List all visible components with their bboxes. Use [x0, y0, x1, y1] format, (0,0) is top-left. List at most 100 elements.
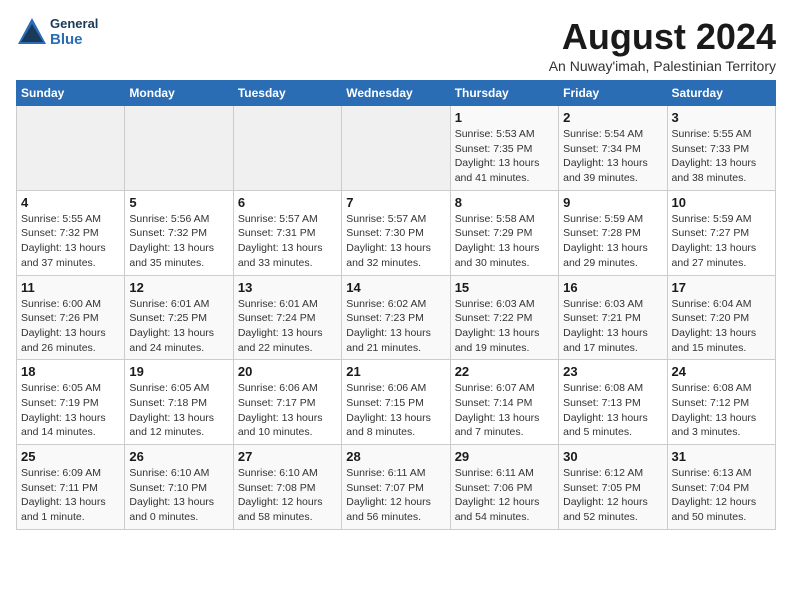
- weekday-header: Saturday: [667, 81, 775, 106]
- day-number: 10: [672, 195, 771, 210]
- day-number: 31: [672, 449, 771, 464]
- calendar-cell: 26 Sunrise: 6:10 AM Sunset: 7:10 PM Dayli…: [125, 445, 233, 530]
- calendar-cell: 29 Sunrise: 6:11 AM Sunset: 7:06 PM Dayli…: [450, 445, 558, 530]
- calendar-week-row: 18 Sunrise: 6:05 AM Sunset: 7:19 PM Dayli…: [17, 360, 776, 445]
- day-number: 8: [455, 195, 554, 210]
- day-number: 1: [455, 110, 554, 125]
- calendar-cell: 1 Sunrise: 5:53 AM Sunset: 7:35 PM Daylig…: [450, 106, 558, 191]
- day-number: 9: [563, 195, 662, 210]
- calendar-cell: 24Sunrise: 6:08 AM Sunset: 7:12 PM Dayli…: [667, 360, 775, 445]
- day-info: Sunrise: 6:07 AM Sunset: 7:14 PM Dayligh…: [455, 381, 554, 440]
- calendar-cell: 13 Sunrise: 6:01 AM Sunset: 7:24 PM Dayli…: [233, 275, 341, 360]
- calendar-cell: 31 Sunrise: 6:13 AM Sunset: 7:04 PM Dayli…: [667, 445, 775, 530]
- weekday-header: Monday: [125, 81, 233, 106]
- calendar-cell: 17 Sunrise: 6:04 AM Sunset: 7:20 PM Dayli…: [667, 275, 775, 360]
- calendar-cell: 4 Sunrise: 5:55 AM Sunset: 7:32 PM Daylig…: [17, 190, 125, 275]
- calendar-cell: 22 Sunrise: 6:07 AM Sunset: 7:14 PM Dayli…: [450, 360, 558, 445]
- calendar-week-row: 11 Sunrise: 6:00 AM Sunset: 7:26 PM Dayli…: [17, 275, 776, 360]
- day-number: 26: [129, 449, 228, 464]
- calendar-cell: 18 Sunrise: 6:05 AM Sunset: 7:19 PM Dayli…: [17, 360, 125, 445]
- calendar-header-row: SundayMondayTuesdayWednesdayThursdayFrid…: [17, 81, 776, 106]
- calendar-cell: 23 Sunrise: 6:08 AM Sunset: 7:13 PM Dayli…: [559, 360, 667, 445]
- page-header: General Blue August 2024 An Nuway'imah, …: [16, 16, 776, 74]
- day-number: 27: [238, 449, 337, 464]
- calendar-cell: 11 Sunrise: 6:00 AM Sunset: 7:26 PM Dayli…: [17, 275, 125, 360]
- day-number: 19: [129, 364, 228, 379]
- calendar-cell: 20 Sunrise: 6:06 AM Sunset: 7:17 PM Dayli…: [233, 360, 341, 445]
- day-number: 4: [21, 195, 120, 210]
- day-number: 24: [672, 364, 771, 379]
- calendar-cell: 21 Sunrise: 6:06 AM Sunset: 7:15 PM Dayli…: [342, 360, 450, 445]
- title-block: August 2024 An Nuway'imah, Palestinian T…: [549, 16, 776, 74]
- day-number: 3: [672, 110, 771, 125]
- logo-blue: Blue: [50, 31, 98, 48]
- weekday-header: Thursday: [450, 81, 558, 106]
- day-number: 21: [346, 364, 445, 379]
- day-number: 23: [563, 364, 662, 379]
- calendar-cell: [125, 106, 233, 191]
- day-number: 30: [563, 449, 662, 464]
- calendar-table: SundayMondayTuesdayWednesdayThursdayFrid…: [16, 80, 776, 530]
- weekday-header: Wednesday: [342, 81, 450, 106]
- day-info: Sunrise: 6:03 AM Sunset: 7:22 PM Dayligh…: [455, 297, 554, 356]
- calendar-cell: 30 Sunrise: 6:12 AM Sunset: 7:05 PM Dayli…: [559, 445, 667, 530]
- day-info: Sunrise: 6:10 AM Sunset: 7:10 PM Dayligh…: [129, 466, 228, 525]
- day-number: 17: [672, 280, 771, 295]
- day-info: Sunrise: 6:00 AM Sunset: 7:26 PM Dayligh…: [21, 297, 120, 356]
- day-number: 29: [455, 449, 554, 464]
- weekday-header: Friday: [559, 81, 667, 106]
- day-info: Sunrise: 5:54 AM Sunset: 7:34 PM Dayligh…: [563, 127, 662, 186]
- day-info: Sunrise: 6:06 AM Sunset: 7:17 PM Dayligh…: [238, 381, 337, 440]
- logo-text: General Blue: [50, 16, 98, 48]
- logo-icon: [16, 16, 48, 48]
- day-info: Sunrise: 5:55 AM Sunset: 7:33 PM Dayligh…: [672, 127, 771, 186]
- day-info: Sunrise: 6:05 AM Sunset: 7:19 PM Dayligh…: [21, 381, 120, 440]
- day-number: 2: [563, 110, 662, 125]
- calendar-cell: 27 Sunrise: 6:10 AM Sunset: 7:08 PM Dayli…: [233, 445, 341, 530]
- calendar-cell: [233, 106, 341, 191]
- day-info: Sunrise: 6:04 AM Sunset: 7:20 PM Dayligh…: [672, 297, 771, 356]
- day-number: 13: [238, 280, 337, 295]
- calendar-cell: 2 Sunrise: 5:54 AM Sunset: 7:34 PM Daylig…: [559, 106, 667, 191]
- day-number: 18: [21, 364, 120, 379]
- day-info: Sunrise: 5:57 AM Sunset: 7:30 PM Dayligh…: [346, 212, 445, 271]
- calendar-cell: 16Sunrise: 6:03 AM Sunset: 7:21 PM Dayli…: [559, 275, 667, 360]
- day-info: Sunrise: 6:05 AM Sunset: 7:18 PM Dayligh…: [129, 381, 228, 440]
- day-number: 16: [563, 280, 662, 295]
- day-info: Sunrise: 5:53 AM Sunset: 7:35 PM Dayligh…: [455, 127, 554, 186]
- calendar-week-row: 4 Sunrise: 5:55 AM Sunset: 7:32 PM Daylig…: [17, 190, 776, 275]
- day-info: Sunrise: 6:11 AM Sunset: 7:07 PM Dayligh…: [346, 466, 445, 525]
- day-info: Sunrise: 6:08 AM Sunset: 7:13 PM Dayligh…: [563, 381, 662, 440]
- day-number: 25: [21, 449, 120, 464]
- day-info: Sunrise: 6:13 AM Sunset: 7:04 PM Dayligh…: [672, 466, 771, 525]
- calendar-cell: [17, 106, 125, 191]
- day-number: 22: [455, 364, 554, 379]
- day-info: Sunrise: 5:59 AM Sunset: 7:27 PM Dayligh…: [672, 212, 771, 271]
- day-number: 11: [21, 280, 120, 295]
- calendar-cell: 14Sunrise: 6:02 AM Sunset: 7:23 PM Dayli…: [342, 275, 450, 360]
- day-number: 7: [346, 195, 445, 210]
- calendar-cell: 3 Sunrise: 5:55 AM Sunset: 7:33 PM Daylig…: [667, 106, 775, 191]
- calendar-cell: 5Sunrise: 5:56 AM Sunset: 7:32 PM Daylig…: [125, 190, 233, 275]
- weekday-header: Tuesday: [233, 81, 341, 106]
- calendar-cell: 15 Sunrise: 6:03 AM Sunset: 7:22 PM Dayli…: [450, 275, 558, 360]
- day-info: Sunrise: 6:01 AM Sunset: 7:25 PM Dayligh…: [129, 297, 228, 356]
- day-info: Sunrise: 6:12 AM Sunset: 7:05 PM Dayligh…: [563, 466, 662, 525]
- day-number: 28: [346, 449, 445, 464]
- day-info: Sunrise: 6:01 AM Sunset: 7:24 PM Dayligh…: [238, 297, 337, 356]
- calendar-cell: 8Sunrise: 5:58 AM Sunset: 7:29 PM Daylig…: [450, 190, 558, 275]
- day-number: 15: [455, 280, 554, 295]
- calendar-cell: 19 Sunrise: 6:05 AM Sunset: 7:18 PM Dayli…: [125, 360, 233, 445]
- day-info: Sunrise: 6:11 AM Sunset: 7:06 PM Dayligh…: [455, 466, 554, 525]
- subtitle: An Nuway'imah, Palestinian Territory: [549, 58, 776, 74]
- day-info: Sunrise: 6:06 AM Sunset: 7:15 PM Dayligh…: [346, 381, 445, 440]
- calendar-cell: 12Sunrise: 6:01 AM Sunset: 7:25 PM Dayli…: [125, 275, 233, 360]
- day-info: Sunrise: 5:55 AM Sunset: 7:32 PM Dayligh…: [21, 212, 120, 271]
- calendar-week-row: 25Sunrise: 6:09 AM Sunset: 7:11 PM Dayli…: [17, 445, 776, 530]
- calendar-cell: 9Sunrise: 5:59 AM Sunset: 7:28 PM Daylig…: [559, 190, 667, 275]
- day-number: 6: [238, 195, 337, 210]
- day-info: Sunrise: 6:10 AM Sunset: 7:08 PM Dayligh…: [238, 466, 337, 525]
- day-number: 20: [238, 364, 337, 379]
- day-info: Sunrise: 6:02 AM Sunset: 7:23 PM Dayligh…: [346, 297, 445, 356]
- logo-general: General: [50, 16, 98, 31]
